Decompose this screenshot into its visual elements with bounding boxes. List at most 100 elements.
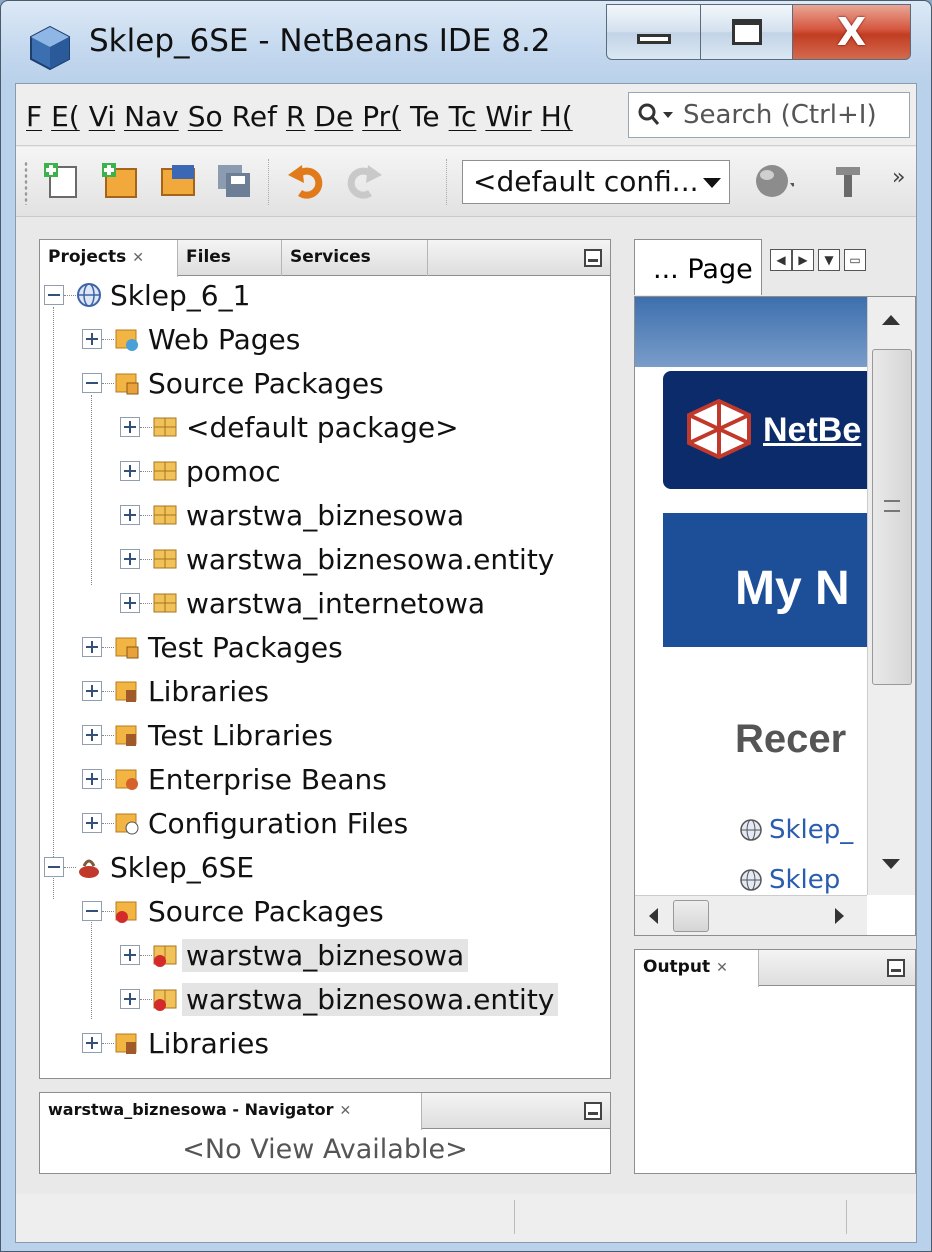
tree-node-folder[interactable]: Test Packages: [82, 627, 343, 667]
web-project-icon: [740, 869, 762, 891]
menu-file[interactable]: F: [26, 100, 42, 133]
tree-node-folder[interactable]: Enterprise Beans: [82, 759, 387, 799]
close-icon: X: [836, 10, 867, 54]
new-file-icon[interactable]: [42, 161, 82, 201]
tree-node-folder[interactable]: Web Pages: [82, 319, 300, 359]
tree-node-package[interactable]: warstwa_biznesowa: [120, 935, 469, 975]
undo-icon[interactable]: [286, 161, 326, 201]
expand-icon[interactable]: [82, 1033, 102, 1053]
scroll-left-icon[interactable]: [649, 908, 658, 924]
expand-icon[interactable]: [120, 945, 140, 965]
minimize-panel-icon[interactable]: [584, 249, 602, 267]
tree-node-package[interactable]: pomoc: [120, 451, 281, 491]
tab-navigator[interactable]: warstwa_biznesowa - Navigator ✕: [40, 1093, 422, 1130]
tree-node-folder[interactable]: Libraries: [82, 1023, 269, 1063]
collapse-icon[interactable]: [44, 285, 64, 305]
menu-help[interactable]: H(: [541, 100, 573, 133]
search-input[interactable]: [683, 97, 905, 133]
minimize-panel-icon[interactable]: [584, 1102, 602, 1120]
configuration-value: <default confi...: [473, 165, 699, 198]
menu-navigate[interactable]: Nav: [124, 100, 179, 133]
collapse-icon[interactable]: [82, 373, 102, 393]
horizontal-scroll-thumb[interactable]: [673, 900, 709, 932]
menu-view[interactable]: Vi: [89, 100, 115, 133]
maximize-button[interactable]: [701, 4, 793, 60]
globe-icon[interactable]: [754, 161, 794, 201]
menu-team[interactable]: Te: [410, 100, 440, 133]
tab-files[interactable]: Files: [178, 240, 282, 276]
tab-output[interactable]: Output ✕: [635, 950, 759, 987]
menu-source[interactable]: So: [188, 100, 223, 133]
horizontal-scrollbar[interactable]: [635, 895, 867, 935]
tab-left-icon[interactable]: ◀: [770, 249, 792, 271]
menu-debug[interactable]: De: [314, 100, 353, 133]
tab-projects[interactable]: Projects ✕: [40, 240, 178, 277]
recent-project-link[interactable]: Sklep: [739, 865, 840, 895]
expand-icon[interactable]: [120, 549, 140, 569]
tree-node-package[interactable]: <default package>: [120, 407, 459, 447]
expand-icon[interactable]: [120, 505, 140, 525]
tree-node-folder[interactable]: Source Packages: [82, 891, 384, 931]
toolbar-more-icon[interactable]: »: [892, 165, 905, 190]
tab-page[interactable]: ... Page: [634, 239, 762, 295]
open-project-icon[interactable]: [158, 161, 198, 201]
scroll-right-icon[interactable]: [835, 908, 844, 924]
tree-node-project[interactable]: Sklep_6SE: [44, 847, 254, 887]
minimize-button[interactable]: [606, 4, 701, 60]
expand-icon[interactable]: [120, 417, 140, 437]
tab-list-icon[interactable]: ▼: [818, 249, 840, 271]
tree-node-package[interactable]: warstwa_biznesowa: [120, 495, 464, 535]
configuration-select[interactable]: <default confi...: [462, 160, 730, 204]
title-bar[interactable]: Sklep_6SE - NetBeans IDE 8.2 X: [1, 1, 931, 83]
close-tab-icon[interactable]: ✕: [339, 1103, 351, 1119]
tree-node-package[interactable]: warstwa_biznesowa.entity: [120, 539, 554, 579]
package-icon: [153, 417, 177, 437]
expand-icon[interactable]: [82, 329, 102, 349]
expand-icon[interactable]: [82, 681, 102, 701]
menu-tools[interactable]: Tc: [449, 100, 477, 133]
tree-node-folder[interactable]: Configuration Files: [82, 803, 408, 843]
scroll-down-icon[interactable]: [882, 859, 900, 869]
netbeans-link[interactable]: NetBe: [763, 411, 861, 450]
build-icon[interactable]: [830, 161, 870, 201]
vertical-scroll-thumb[interactable]: [872, 349, 912, 685]
tree-node-project[interactable]: Sklep_6_1: [44, 277, 250, 315]
collapse-icon[interactable]: [44, 857, 64, 877]
tree-node-folder[interactable]: Libraries: [82, 671, 269, 711]
recent-project-link[interactable]: Sklep_: [739, 815, 853, 845]
scroll-up-icon[interactable]: [882, 315, 900, 325]
maximize-panel-icon[interactable]: ▭: [844, 249, 866, 271]
java-project-icon: [79, 859, 99, 878]
expand-icon[interactable]: [120, 593, 140, 613]
tree-node-package[interactable]: warstwa_biznesowa.entity: [120, 979, 559, 1019]
close-tab-icon[interactable]: ✕: [716, 960, 728, 976]
new-project-icon[interactable]: [100, 161, 140, 201]
search-icon[interactable]: [635, 99, 677, 131]
expand-icon[interactable]: [120, 461, 140, 481]
save-all-icon[interactable]: [214, 161, 254, 201]
close-tab-icon[interactable]: ✕: [132, 250, 144, 266]
tree-node-package[interactable]: warstwa_internetowa: [120, 583, 485, 623]
toolbar-grip[interactable]: [24, 161, 28, 205]
menu-edit[interactable]: E(: [51, 100, 80, 133]
expand-icon[interactable]: [82, 813, 102, 833]
menu-window[interactable]: Wir: [485, 100, 531, 133]
redo-icon[interactable]: [344, 161, 384, 201]
vertical-scrollbar[interactable]: [867, 297, 915, 895]
expand-icon[interactable]: [82, 725, 102, 745]
expand-icon[interactable]: [82, 769, 102, 789]
collapse-icon[interactable]: [82, 901, 102, 921]
netbeans-banner[interactable]: NetBe: [663, 371, 867, 489]
expand-icon[interactable]: [120, 989, 140, 1009]
tree-node-folder[interactable]: Test Libraries: [82, 715, 333, 755]
minimize-panel-icon[interactable]: [887, 959, 905, 977]
close-button[interactable]: X: [793, 4, 911, 60]
expand-icon[interactable]: [82, 637, 102, 657]
menu-profile[interactable]: Pr(: [362, 100, 401, 133]
tab-services[interactable]: Services: [282, 240, 428, 276]
tree-node-folder[interactable]: Source Packages: [82, 363, 384, 403]
menu-refactor[interactable]: Ref: [232, 100, 277, 133]
tab-right-icon[interactable]: ▶: [792, 249, 814, 271]
menu-run[interactable]: R: [286, 100, 305, 133]
search-box[interactable]: [628, 92, 910, 138]
